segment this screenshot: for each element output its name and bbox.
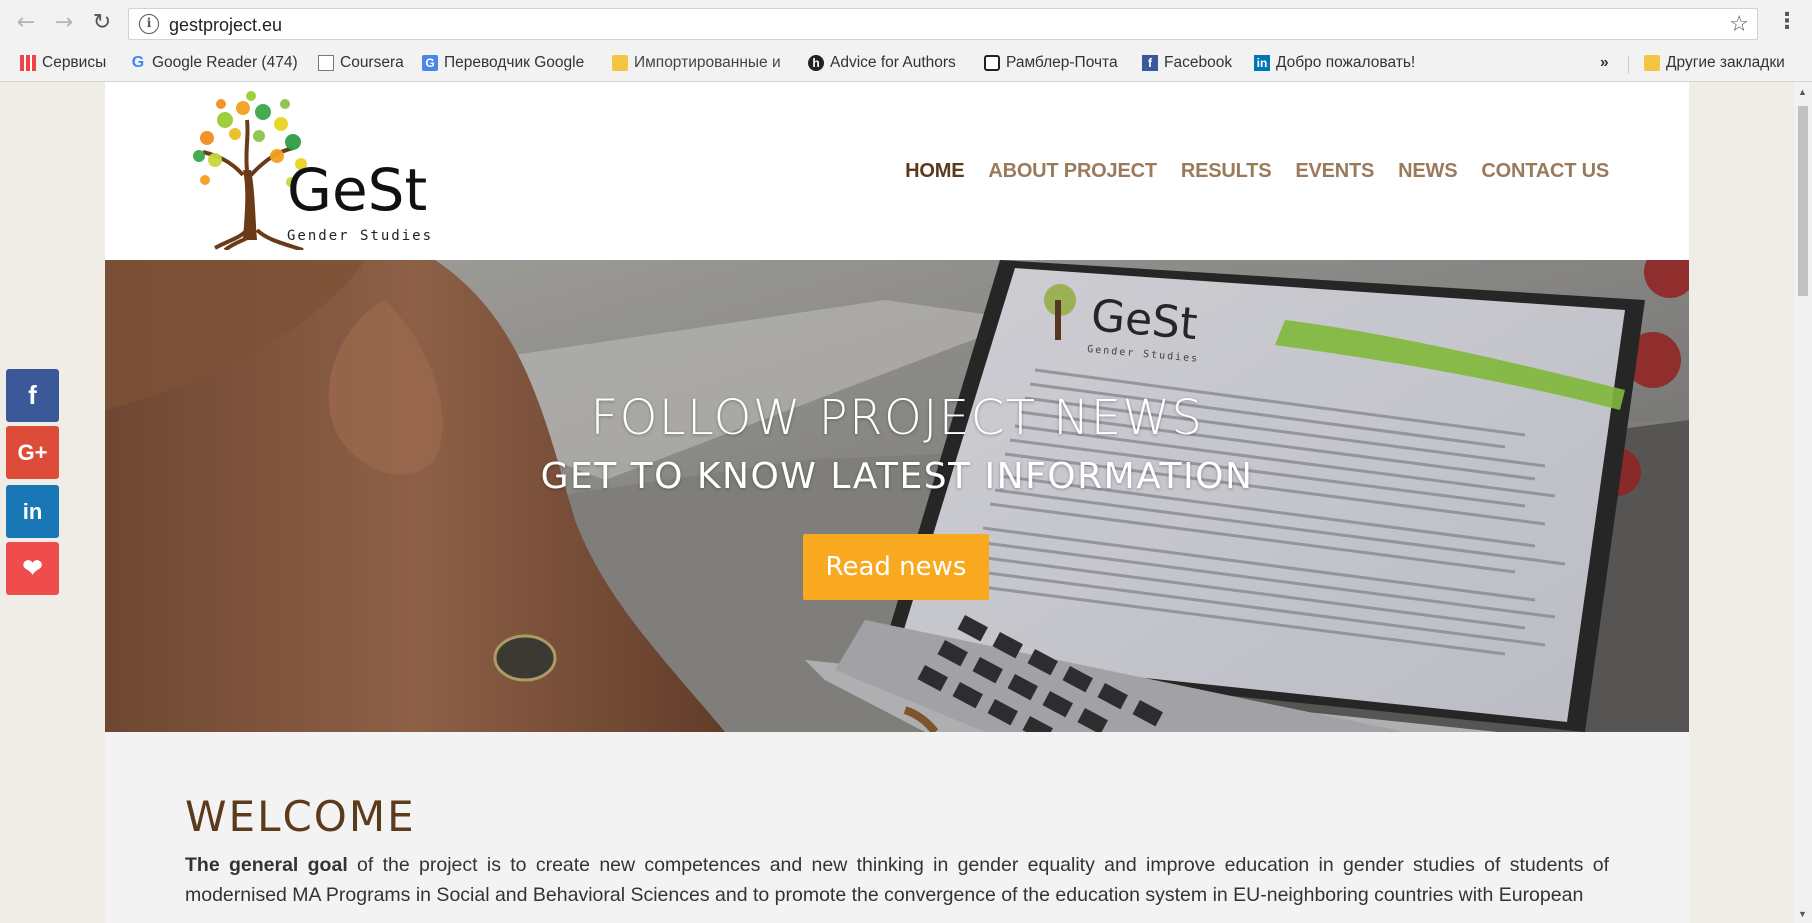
- browser-menu-icon[interactable]: ⋮: [1776, 9, 1798, 34]
- facebook-icon: f: [1142, 55, 1158, 71]
- bookmark-facebook[interactable]: f Facebook: [1142, 54, 1232, 72]
- nav-contact-us[interactable]: CONTACT US: [1481, 160, 1609, 183]
- scrollbar-thumb[interactable]: [1798, 106, 1808, 296]
- bookmark-label: Google Reader (474): [152, 54, 298, 71]
- site-logo[interactable]: GeSt Gender Studies: [185, 90, 455, 252]
- welcome-section: WELCOME The general goal of the project …: [105, 732, 1689, 923]
- nav-results[interactable]: RESULTS: [1181, 160, 1272, 183]
- overflow-label: »: [1600, 54, 1609, 71]
- browser-toolbar: ← → ↻ i gestproject.eu ☆ ⋮: [0, 0, 1812, 46]
- bookmark-linkedin[interactable]: in Добро пожаловать!: [1254, 54, 1415, 72]
- tree-logo-icon: GeSt Gender Studies: [193, 91, 433, 252]
- back-icon[interactable]: ←: [14, 11, 38, 35]
- google-translate-icon: G: [422, 55, 438, 71]
- google-icon: G: [131, 54, 145, 71]
- heart-icon: ❤: [22, 555, 43, 582]
- scroll-up-icon[interactable]: ▲: [1798, 87, 1807, 97]
- bookmark-label: Advice for Authors: [830, 54, 956, 71]
- site-info-icon[interactable]: i: [139, 14, 159, 34]
- url-text[interactable]: gestproject.eu: [169, 15, 282, 36]
- linkedin-icon: in: [22, 498, 43, 524]
- logo-subtitle: Gender Studies: [287, 228, 433, 244]
- bookmark-rambler-mail[interactable]: Рамблер-Почта: [984, 54, 1118, 72]
- logo-text: GeSt: [287, 156, 427, 224]
- bookmark-imported[interactable]: Импортированные и: [612, 54, 781, 72]
- scroll-down-icon[interactable]: ▼: [1798, 909, 1807, 919]
- bookmark-label: Сервисы: [42, 54, 107, 71]
- bookmark-google-reader[interactable]: G Google Reader (474): [130, 54, 298, 72]
- site-icon: h: [808, 55, 824, 71]
- bookmark-divider: [1628, 56, 1629, 74]
- page-icon: [318, 55, 334, 71]
- intro-text: of the project is to create new competen…: [185, 854, 1609, 906]
- hero-title: FOLLOW PROJECT NEWS: [590, 390, 1204, 446]
- page-container: GeSt Gender Studies HOME ABOUT PROJECT R…: [105, 82, 1689, 923]
- address-bar[interactable]: i gestproject.eu ☆: [128, 8, 1758, 40]
- share-facebook-button[interactable]: f: [6, 369, 59, 422]
- bookmark-advice-for-authors[interactable]: h Advice for Authors: [808, 54, 956, 72]
- bookmark-label: Добро пожаловать!: [1276, 54, 1416, 71]
- bookmark-label: Переводчик Google: [444, 54, 585, 71]
- bookmark-label: Coursera: [340, 54, 404, 71]
- page-viewport: GeSt Gender Studies HOME ABOUT PROJECT R…: [0, 82, 1794, 923]
- apps-icon: [20, 55, 36, 71]
- welcome-paragraph: The general goal of the project is to cr…: [185, 850, 1609, 910]
- bookmark-other[interactable]: Другие закладки: [1644, 54, 1785, 72]
- bookmark-label: Facebook: [1164, 54, 1233, 71]
- share-linkedin-button[interactable]: in: [6, 485, 59, 538]
- share-favorite-button[interactable]: ❤: [6, 542, 59, 595]
- page-scrollbar[interactable]: ▲ ▼: [1794, 82, 1812, 923]
- folder-icon: [612, 55, 628, 71]
- hero-subtitle: GET TO KNOW LATEST INFORMATION: [540, 456, 1254, 497]
- bookmark-label: Другие закладки: [1666, 54, 1785, 71]
- forward-icon[interactable]: →: [52, 11, 76, 35]
- read-news-button[interactable]: Read news: [803, 534, 989, 600]
- mail-icon: [984, 55, 1000, 71]
- linkedin-icon: in: [1254, 55, 1270, 71]
- nav-home[interactable]: HOME: [905, 160, 964, 183]
- welcome-heading: WELCOME: [185, 792, 416, 841]
- bookmark-label: Импортированные и: [634, 54, 781, 71]
- facebook-icon: f: [28, 380, 37, 410]
- bookmark-google-translate[interactable]: G Переводчик Google: [422, 54, 584, 72]
- bookmark-star-icon[interactable]: ☆: [1729, 12, 1749, 37]
- nav-about-project[interactable]: ABOUT PROJECT: [988, 160, 1157, 183]
- nav-events[interactable]: EVENTS: [1295, 160, 1374, 183]
- bookmarks-overflow-button[interactable]: »: [1600, 54, 1609, 72]
- bookmark-coursera[interactable]: Coursera: [318, 54, 404, 72]
- share-googleplus-button[interactable]: G+: [6, 426, 59, 479]
- intro-bold: The general goal: [185, 854, 348, 876]
- main-nav: HOME ABOUT PROJECT RESULTS EVENTS NEWS C…: [905, 160, 1609, 183]
- hero-banner: GeSt Gender Studies FOLLOW PROJECT NEWS …: [105, 260, 1689, 732]
- reload-icon[interactable]: ↻: [90, 11, 114, 35]
- nav-news[interactable]: NEWS: [1398, 160, 1457, 183]
- bookmark-label: Рамблер-Почта: [1006, 54, 1118, 71]
- folder-icon: [1644, 55, 1660, 71]
- bookmarks-bar: Сервисы G Google Reader (474) Coursera G…: [0, 46, 1812, 82]
- bookmark-apps[interactable]: Сервисы: [20, 54, 106, 72]
- googleplus-icon: G+: [17, 439, 48, 465]
